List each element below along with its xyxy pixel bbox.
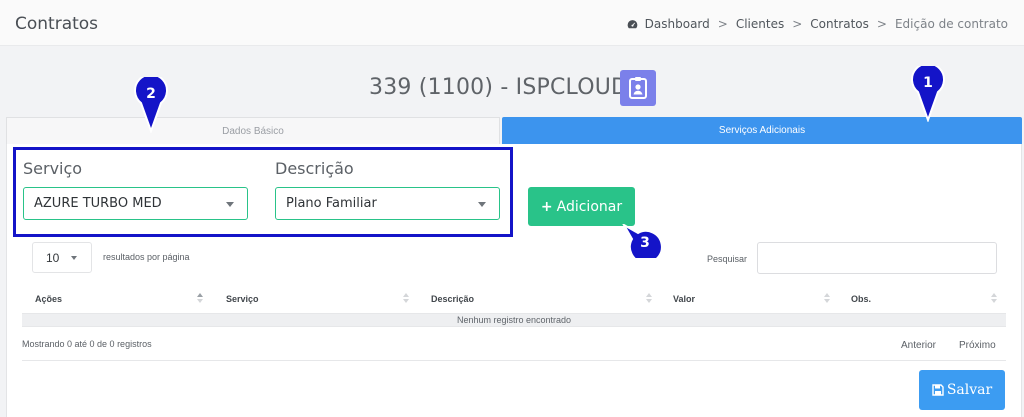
breadcrumb-separator: > — [792, 17, 803, 31]
column-header-descricao[interactable]: Descrição — [431, 294, 474, 304]
breadcrumb-dashboard[interactable]: Dashboard — [645, 17, 710, 31]
top-bar: Contratos Dashboard > Clientes > Contrat… — [0, 0, 1024, 46]
annotation-marker-1: 1 — [911, 66, 945, 122]
dashboard-icon — [627, 19, 638, 28]
column-header-valor[interactable]: Valor — [673, 294, 695, 304]
sort-icon[interactable] — [646, 292, 652, 304]
contact-card-icon — [629, 77, 647, 99]
pagination-next[interactable]: Próximo — [959, 340, 996, 351]
page-size-label: resultados por página — [103, 252, 190, 262]
sort-icon[interactable] — [197, 292, 203, 304]
contract-badge[interactable] — [620, 70, 656, 106]
breadcrumb-separator: > — [876, 17, 887, 31]
table-row-divider — [22, 326, 1006, 327]
page-size-select[interactable]: 10 — [32, 242, 92, 273]
breadcrumb-clientes[interactable]: Clientes — [736, 17, 784, 31]
column-header-obs[interactable]: Obs. — [851, 294, 871, 304]
annotation-marker-2: 2 — [134, 77, 168, 133]
save-button-label: Salvar — [946, 382, 993, 398]
search-label: Pesquisar — [707, 254, 748, 264]
annotation-number: 2 — [146, 86, 156, 102]
contract-title: 339 (1100) - ISPCLOUD — [369, 75, 629, 100]
chevron-down-icon — [71, 256, 77, 260]
annotation-highlight-box — [13, 147, 513, 237]
sort-icon[interactable] — [824, 292, 830, 304]
breadcrumb-contratos[interactable]: Contratos — [810, 17, 869, 31]
column-header-acoes[interactable]: Ações — [35, 294, 62, 304]
annotation-marker-3: 3 — [622, 224, 662, 260]
add-button-label: Adicionar — [556, 198, 623, 215]
save-button[interactable]: Salvar — [919, 370, 1005, 410]
tab-dados-basico[interactable]: Dados Básico — [6, 117, 500, 144]
add-button[interactable]: + Adicionar — [528, 187, 635, 226]
column-header-servico[interactable]: Serviço — [226, 294, 259, 304]
breadcrumb-current: Edição de contrato — [894, 17, 1008, 31]
floppy-disk-icon — [932, 384, 944, 396]
plus-icon: + — [540, 198, 553, 215]
table-info: Mostrando 0 até 0 de 0 registros — [22, 339, 152, 349]
sort-icon[interactable] — [403, 292, 409, 304]
breadcrumb-separator: > — [717, 17, 728, 31]
page-size-value: 10 — [46, 250, 60, 265]
annotation-number: 3 — [640, 235, 650, 251]
sort-icon[interactable] — [991, 292, 997, 304]
breadcrumb: Dashboard > Clientes > Contratos > Ediçã… — [627, 17, 1008, 31]
page-title: Contratos — [15, 14, 99, 34]
search-input[interactable] — [757, 242, 997, 274]
table-empty-row: Nenhum registro encontrado — [22, 314, 1006, 326]
footer-divider — [22, 360, 1006, 361]
pagination-previous[interactable]: Anterior — [901, 340, 936, 351]
annotation-number: 1 — [923, 75, 933, 91]
